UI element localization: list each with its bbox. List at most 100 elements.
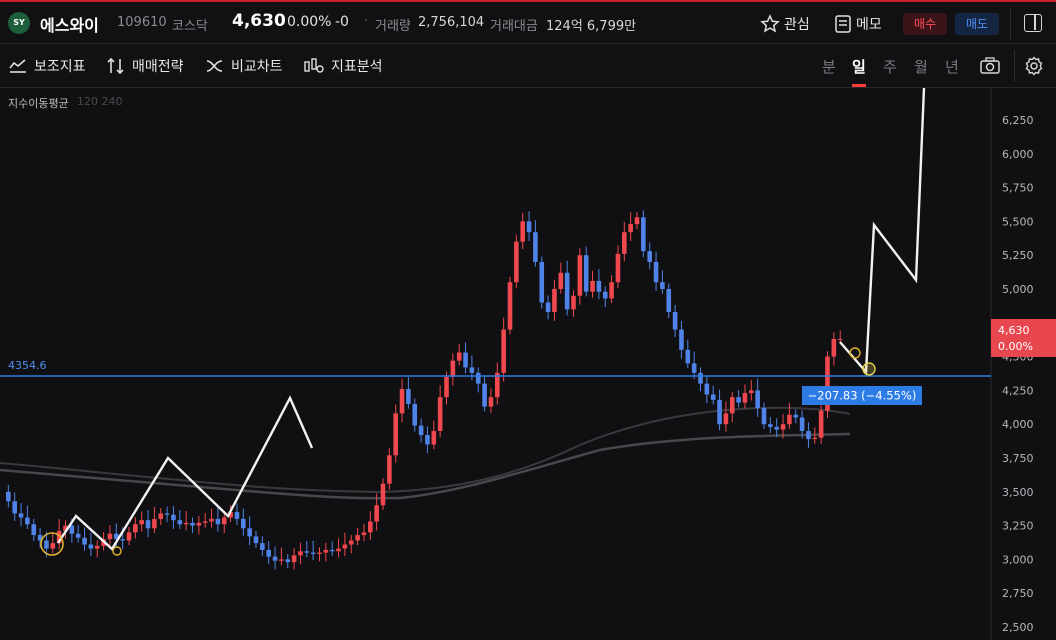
amount-value: 124억 6,799만 <box>546 19 637 34</box>
candle-body <box>628 224 633 233</box>
candle-body <box>164 513 170 515</box>
tool-label: 보조지표 <box>34 59 86 75</box>
candle-body <box>304 551 310 553</box>
candle-body <box>514 241 519 283</box>
period-minute[interactable]: 분 <box>822 56 836 77</box>
candle-body <box>749 390 754 394</box>
candle-body <box>736 397 741 403</box>
candle-body <box>456 352 462 361</box>
candle-body <box>717 399 722 425</box>
candle-body <box>837 339 843 341</box>
candle-body <box>812 437 818 440</box>
candle-body <box>31 524 37 536</box>
tool-auxiliary-indicator[interactable]: 보조지표 <box>8 56 86 76</box>
candle-body <box>571 295 576 310</box>
divider <box>1014 50 1015 82</box>
analysis-icon <box>304 58 324 73</box>
layout-toggle-icon[interactable] <box>1024 14 1042 32</box>
candle-body <box>241 518 246 529</box>
candle-body <box>177 520 183 525</box>
candle-body <box>399 389 405 414</box>
tool-label: 지표분석 <box>331 59 383 75</box>
active-period-indicator <box>852 84 866 87</box>
separator: · <box>364 14 369 29</box>
ema-lines <box>0 406 851 500</box>
candle-body <box>685 349 691 364</box>
pattern-drawing-right[interactable] <box>839 88 926 376</box>
candle-body <box>323 549 329 553</box>
buy-button[interactable]: 매수 <box>903 13 947 35</box>
candle-body <box>380 483 386 506</box>
candle-body <box>152 518 157 529</box>
tool-trading-strategy[interactable]: 매매전략 <box>106 56 184 76</box>
candle-body <box>94 545 100 549</box>
top-bar: SY 에스와이 109610 코스닥 4,630 0.00% -0 · 거래량 … <box>0 0 1056 44</box>
y-tick-label: 2,750 <box>1002 587 1034 600</box>
candle-body <box>710 394 716 400</box>
candle-body <box>348 540 354 545</box>
tool-indicator-analysis[interactable]: 지표분석 <box>303 56 383 76</box>
amount-label: 거래대금 <box>490 19 538 34</box>
change-percent: 0.00% <box>287 14 332 30</box>
y-tick-label: 4,000 <box>1002 418 1034 431</box>
y-tick-label: 3,750 <box>1002 452 1034 465</box>
candle-body <box>221 517 227 525</box>
candle-body <box>355 535 360 541</box>
y-tick-label: 6,000 <box>1002 148 1034 161</box>
candle-body <box>437 397 443 431</box>
period-month[interactable]: 월 <box>914 56 928 77</box>
candle-body <box>393 413 398 456</box>
candle-body <box>780 424 786 430</box>
candle-body <box>145 520 151 529</box>
market-name: 코스닥 <box>172 19 208 34</box>
watch-label: 관심 <box>784 17 810 33</box>
candle-body <box>799 417 805 431</box>
strategy-icon <box>107 57 124 75</box>
candle-body <box>44 540 49 549</box>
camera-icon[interactable] <box>979 56 1001 76</box>
candle-body <box>82 537 87 545</box>
candle-body <box>615 253 621 283</box>
sell-button[interactable]: 매도 <box>955 13 999 35</box>
candle-body <box>539 261 545 303</box>
candle-body <box>12 501 17 514</box>
candle-body <box>329 549 335 552</box>
pattern-drawing-left[interactable] <box>57 395 314 551</box>
candle-body <box>285 559 291 563</box>
candle-body <box>190 522 195 526</box>
period-year[interactable]: 년 <box>945 56 959 77</box>
candle-body <box>342 544 348 549</box>
period-week[interactable]: 주 <box>883 56 897 77</box>
tool-compare-chart[interactable]: 비교차트 <box>205 56 283 76</box>
candle-body <box>691 363 697 373</box>
candle-body <box>533 232 538 262</box>
tool-label: 매매전략 <box>132 59 184 75</box>
highlight-circle <box>112 546 122 556</box>
settings-gear-icon[interactable] <box>1024 56 1044 76</box>
memo-button[interactable]: 메모 <box>834 12 882 36</box>
candle-body <box>196 522 202 526</box>
stock-name[interactable]: 에스와이 <box>40 12 99 36</box>
period-day[interactable]: 일 <box>852 56 866 77</box>
price-chart[interactable]: 6,2506,0005,7505,5005,2505,0004,7504,500… <box>0 88 1056 640</box>
candle-body <box>475 372 481 384</box>
y-tick-label: 5,250 <box>1002 249 1034 262</box>
candle-body <box>583 255 589 292</box>
candle-body <box>310 552 316 554</box>
candle-body <box>755 390 760 408</box>
candle-body <box>444 376 449 398</box>
candle-body <box>622 232 627 254</box>
candle-body <box>158 513 164 519</box>
candle-body <box>374 505 379 522</box>
candle-body <box>50 543 56 549</box>
y-tick-label: 3,000 <box>1002 553 1034 566</box>
candle-body <box>418 425 424 436</box>
candle-body <box>761 407 767 425</box>
candle-body <box>501 329 506 373</box>
highlight-circle <box>849 347 861 359</box>
watch-button[interactable]: 관심 <box>760 12 810 36</box>
ema-120-line <box>0 406 851 494</box>
candle-body <box>660 282 665 289</box>
candle-body <box>704 383 710 395</box>
candle-body <box>336 548 341 552</box>
